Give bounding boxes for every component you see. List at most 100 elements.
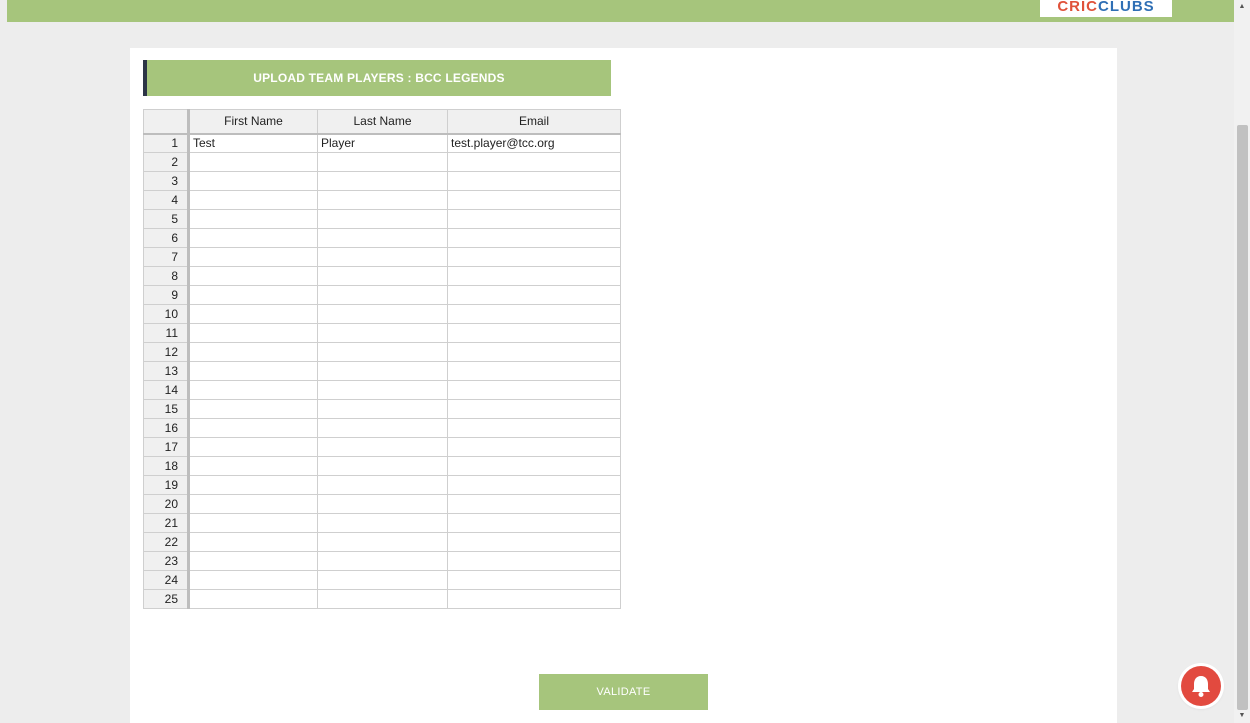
column-header-last-name[interactable]: Last Name: [317, 109, 448, 135]
row-number[interactable]: 3: [143, 171, 190, 191]
row-number[interactable]: 24: [143, 570, 190, 590]
cell-last-name[interactable]: [317, 494, 448, 514]
cell-last-name[interactable]: [317, 304, 448, 324]
cell-email[interactable]: [447, 190, 621, 210]
row-number[interactable]: 7: [143, 247, 190, 267]
cell-last-name[interactable]: [317, 532, 448, 552]
corner-header[interactable]: [143, 109, 190, 135]
row-number[interactable]: 25: [143, 589, 190, 609]
column-header-first-name[interactable]: First Name: [188, 109, 318, 135]
cell-first-name[interactable]: [188, 418, 318, 438]
cell-first-name[interactable]: [188, 399, 318, 419]
cell-email[interactable]: [447, 152, 621, 172]
cell-first-name[interactable]: [188, 532, 318, 552]
cell-last-name[interactable]: [317, 323, 448, 343]
notification-bell-button[interactable]: [1181, 666, 1221, 706]
cell-first-name[interactable]: [188, 380, 318, 400]
cell-last-name[interactable]: [317, 342, 448, 362]
row-number[interactable]: 23: [143, 551, 190, 571]
cell-email[interactable]: [447, 209, 621, 229]
row-number[interactable]: 9: [143, 285, 190, 305]
cell-first-name[interactable]: [188, 361, 318, 381]
row-number[interactable]: 14: [143, 380, 190, 400]
cell-first-name[interactable]: [188, 285, 318, 305]
cell-email[interactable]: [447, 589, 621, 609]
cell-first-name[interactable]: [188, 323, 318, 343]
validate-button[interactable]: VALIDATE: [539, 674, 708, 710]
cell-last-name[interactable]: [317, 570, 448, 590]
cell-last-name[interactable]: [317, 171, 448, 191]
row-number[interactable]: 2: [143, 152, 190, 172]
cell-email[interactable]: [447, 228, 621, 248]
row-number[interactable]: 16: [143, 418, 190, 438]
cell-email[interactable]: [447, 437, 621, 457]
row-number[interactable]: 21: [143, 513, 190, 533]
cell-last-name[interactable]: [317, 190, 448, 210]
cell-email[interactable]: [447, 342, 621, 362]
row-number[interactable]: 4: [143, 190, 190, 210]
cell-first-name[interactable]: [188, 513, 318, 533]
cell-first-name[interactable]: [188, 266, 318, 286]
cell-email[interactable]: [447, 266, 621, 286]
cell-first-name[interactable]: [188, 570, 318, 590]
cell-email[interactable]: [447, 532, 621, 552]
cell-email[interactable]: [447, 399, 621, 419]
cell-email[interactable]: [447, 418, 621, 438]
cell-last-name[interactable]: [317, 380, 448, 400]
cell-last-name[interactable]: [317, 589, 448, 609]
cell-first-name[interactable]: [188, 475, 318, 495]
cell-first-name[interactable]: [188, 190, 318, 210]
cell-email[interactable]: test.player@tcc.org: [447, 133, 621, 153]
cell-email[interactable]: [447, 380, 621, 400]
cell-last-name[interactable]: [317, 437, 448, 457]
cricclubs-logo[interactable]: CRICCLUBS: [1040, 0, 1172, 17]
row-number[interactable]: 22: [143, 532, 190, 552]
cell-first-name[interactable]: Test: [188, 133, 318, 153]
scroll-down-arrow-icon[interactable]: ▼: [1234, 709, 1250, 723]
cell-first-name[interactable]: [188, 437, 318, 457]
cell-last-name[interactable]: [317, 361, 448, 381]
scrollbar-thumb[interactable]: [1237, 125, 1248, 710]
cell-first-name[interactable]: [188, 494, 318, 514]
cell-email[interactable]: [447, 171, 621, 191]
row-number[interactable]: 11: [143, 323, 190, 343]
cell-last-name[interactable]: [317, 247, 448, 267]
cell-first-name[interactable]: [188, 209, 318, 229]
cell-email[interactable]: [447, 247, 621, 267]
row-number[interactable]: 1: [143, 133, 190, 153]
row-number[interactable]: 18: [143, 456, 190, 476]
row-number[interactable]: 19: [143, 475, 190, 495]
row-number[interactable]: 17: [143, 437, 190, 457]
cell-last-name[interactable]: [317, 456, 448, 476]
cell-first-name[interactable]: [188, 342, 318, 362]
cell-email[interactable]: [447, 513, 621, 533]
cell-email[interactable]: [447, 304, 621, 324]
cell-last-name[interactable]: [317, 513, 448, 533]
row-number[interactable]: 13: [143, 361, 190, 381]
cell-first-name[interactable]: [188, 228, 318, 248]
cell-last-name[interactable]: [317, 266, 448, 286]
row-number[interactable]: 15: [143, 399, 190, 419]
page-scrollbar[interactable]: ▲ ▼: [1234, 0, 1250, 723]
cell-first-name[interactable]: [188, 551, 318, 571]
cell-email[interactable]: [447, 475, 621, 495]
row-number[interactable]: 12: [143, 342, 190, 362]
row-number[interactable]: 5: [143, 209, 190, 229]
cell-email[interactable]: [447, 551, 621, 571]
cell-email[interactable]: [447, 494, 621, 514]
cell-email[interactable]: [447, 361, 621, 381]
cell-email[interactable]: [447, 570, 621, 590]
cell-last-name[interactable]: [317, 285, 448, 305]
cell-last-name[interactable]: [317, 418, 448, 438]
cell-first-name[interactable]: [188, 247, 318, 267]
cell-last-name[interactable]: [317, 209, 448, 229]
cell-first-name[interactable]: [188, 171, 318, 191]
cell-email[interactable]: [447, 323, 621, 343]
cell-last-name[interactable]: [317, 551, 448, 571]
cell-email[interactable]: [447, 285, 621, 305]
row-number[interactable]: 10: [143, 304, 190, 324]
column-header-email[interactable]: Email: [447, 109, 621, 135]
scroll-up-arrow-icon[interactable]: ▲: [1234, 0, 1250, 14]
cell-first-name[interactable]: [188, 152, 318, 172]
cell-last-name[interactable]: [317, 399, 448, 419]
